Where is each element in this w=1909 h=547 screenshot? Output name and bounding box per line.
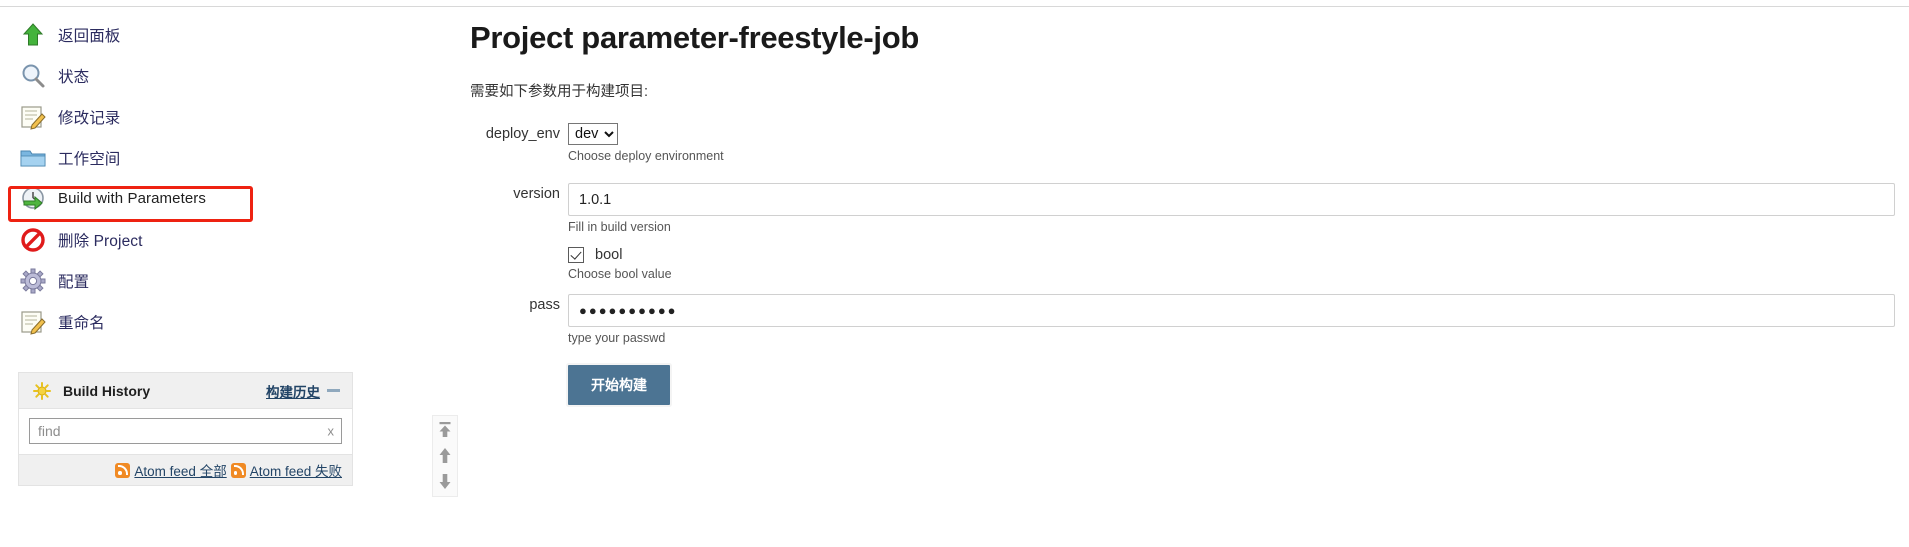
changelog-icon — [18, 102, 48, 132]
delete-prohibit-icon — [18, 225, 48, 255]
build-history-body: x — [19, 409, 352, 454]
deploy-env-select[interactable]: dev — [568, 123, 618, 145]
sidebar-item-build-with-parameters[interactable]: Build with Parameters — [12, 178, 440, 219]
parameter-row-deploy-env: deploy_env dev Choose deploy environment — [470, 123, 1895, 163]
scroll-down-icon[interactable] — [437, 473, 453, 490]
sidebar-item-delete-project[interactable]: 删除 Project — [12, 219, 440, 260]
sidebar-item-label: 工作空间 — [58, 150, 121, 168]
scroll-controls — [432, 415, 458, 497]
sidebar-item-configure[interactable]: 配置 — [12, 260, 440, 301]
up-arrow-icon — [18, 20, 48, 50]
build-history-footer: Atom feed 全部 Atom feed 失败 — [19, 454, 352, 485]
sidebar-item-label: 状态 — [58, 68, 90, 86]
parameter-description: Choose deploy environment — [568, 149, 724, 163]
main-content: Project parameter-freestyle-job 需要如下参数用于… — [470, 20, 1895, 405]
magnifier-icon — [18, 61, 48, 91]
folder-icon — [18, 143, 48, 173]
sun-icon — [33, 381, 51, 400]
version-input[interactable] — [568, 183, 1895, 216]
parameter-description: Choose bool value — [568, 267, 672, 281]
sidebar-item-label: Build with Parameters — [58, 190, 206, 207]
parameter-description: Fill in build version — [568, 220, 671, 234]
build-parameters-form: deploy_env dev Choose deploy environment… — [470, 123, 1895, 405]
parameter-row-bool: bool Choose bool value — [470, 247, 1895, 281]
atom-feed-failed-link[interactable]: Atom feed 失败 — [230, 460, 342, 480]
parameters-intro-text: 需要如下参数用于构建项目: — [470, 84, 649, 100]
start-build-button[interactable]: 开始构建 — [568, 365, 670, 405]
rss-icon — [230, 462, 246, 478]
bool-checkbox[interactable] — [568, 247, 584, 263]
page-title: Project parameter-freestyle-job — [470, 20, 919, 55]
sidebar-item-status[interactable]: 状态 — [12, 55, 440, 96]
parameter-row-pass: pass type your passwd — [470, 294, 1895, 345]
sidebar-item-label: 删除 Project — [58, 232, 143, 250]
gear-icon — [18, 266, 48, 296]
parameter-label: version — [513, 186, 560, 202]
pass-input[interactable] — [568, 294, 1895, 327]
atom-feed-failed-label: Atom feed 失败 — [249, 464, 342, 479]
build-history-title: Build History — [63, 382, 151, 399]
scroll-up-icon[interactable] — [437, 447, 453, 464]
build-clock-icon — [18, 184, 48, 214]
sidebar-item-label: 返回面板 — [58, 27, 121, 45]
search-input[interactable] — [30, 419, 341, 443]
clear-icon[interactable]: x — [328, 425, 335, 438]
build-history-header: Build History 构建历史 — [19, 373, 352, 409]
minus-icon[interactable] — [327, 389, 340, 392]
submit-row: 开始构建 — [470, 345, 1895, 405]
sidebar: 返回面板 状态 修改记录 工作空间 Build with Parameters … — [0, 14, 440, 342]
atom-feed-all-link[interactable]: Atom feed 全部 — [115, 460, 227, 480]
top-divider — [0, 6, 1909, 7]
rss-icon — [115, 462, 131, 478]
sidebar-item-label: 重命名 — [58, 314, 105, 332]
parameter-label — [470, 247, 560, 281]
sidebar-task-list: 返回面板 状态 修改记录 工作空间 Build with Parameters … — [0, 14, 440, 342]
sidebar-item-label: 配置 — [58, 273, 90, 291]
parameter-description: type your passwd — [568, 331, 666, 345]
parameter-label: deploy_env — [485, 126, 560, 142]
find-field-wrapper[interactable]: x — [29, 418, 342, 444]
build-history-panel: Build History 构建历史 x Atom feed 全部 Atom f… — [18, 372, 353, 486]
sidebar-item-back-to-dashboard[interactable]: 返回面板 — [12, 14, 440, 55]
sidebar-item-workspace[interactable]: 工作空间 — [12, 137, 440, 178]
sidebar-item-rename[interactable]: 重命名 — [12, 301, 440, 342]
sidebar-item-changes[interactable]: 修改记录 — [12, 96, 440, 137]
scroll-to-top-icon[interactable] — [437, 421, 453, 438]
bool-checkbox-row[interactable]: bool — [568, 247, 1895, 263]
parameter-label: pass — [529, 297, 560, 313]
build-history-actions: 构建历史 — [266, 381, 340, 401]
bool-checkbox-label: bool — [595, 247, 623, 263]
parameter-row-version: version Fill in build version — [470, 183, 1895, 234]
build-history-link[interactable]: 构建历史 — [266, 381, 320, 401]
rename-icon — [18, 307, 48, 337]
sidebar-item-label: 修改记录 — [58, 109, 121, 127]
atom-feed-all-label: Atom feed 全部 — [134, 464, 227, 479]
